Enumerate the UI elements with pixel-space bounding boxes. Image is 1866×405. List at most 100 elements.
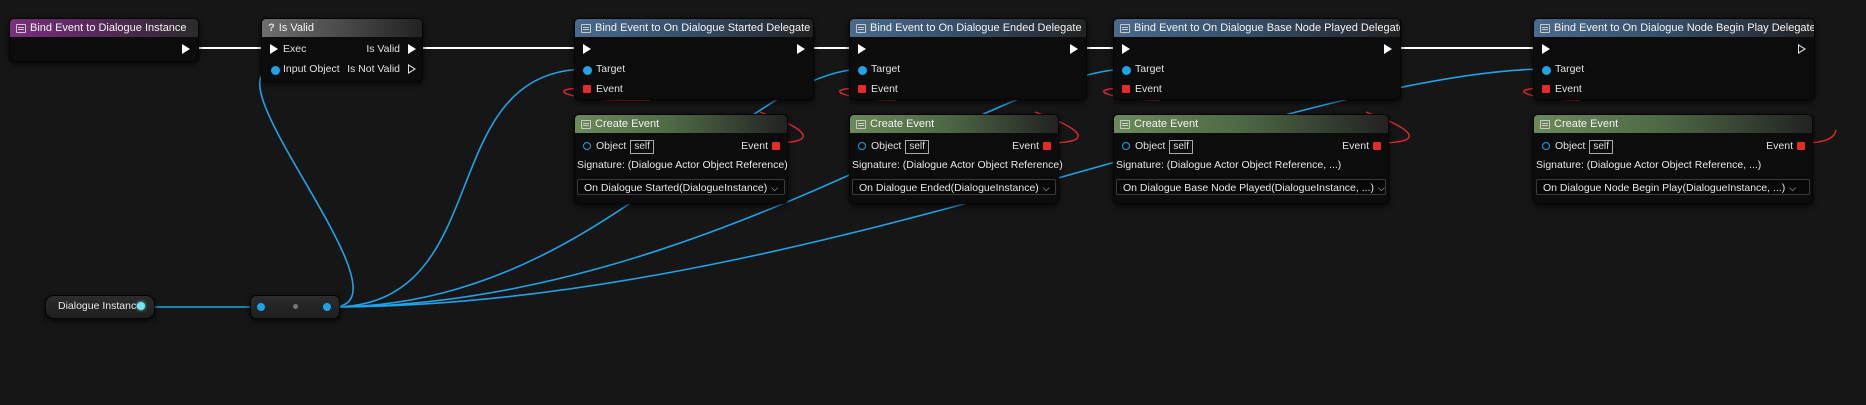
exec-label: Exec: [283, 43, 307, 55]
create-event-node-begin-play-node[interactable]: Create Event Object self Event Signature:…: [1533, 114, 1813, 204]
object-row: Object self: [1555, 138, 1613, 154]
dialogue-instance-variable-node[interactable]: Dialogue Instance: [45, 295, 155, 319]
exec-out-pin[interactable]: [797, 44, 805, 54]
event-label: Event: [1135, 83, 1162, 95]
target-pin[interactable]: [1122, 66, 1131, 75]
node-header: Create Event: [1534, 115, 1812, 133]
exec-in-pin[interactable]: [1542, 44, 1550, 54]
event-pin[interactable]: [583, 85, 591, 93]
self-default-value[interactable]: self: [1589, 140, 1613, 154]
function-icon: [1540, 23, 1550, 33]
bind-node-begin-play-delegate-node[interactable]: Bind Event to On Dialogue Node Begin Pla…: [1533, 18, 1815, 100]
event-out-pin[interactable]: [1043, 142, 1051, 150]
object-label: Object: [1135, 140, 1166, 152]
bind-base-node-played-delegate-node[interactable]: Bind Event to On Dialogue Base Node Play…: [1113, 18, 1401, 100]
event-label: Event: [741, 140, 768, 152]
node-title: Create Event: [1554, 118, 1619, 130]
event-label: Event: [1342, 140, 1369, 152]
bind-started-delegate-node[interactable]: Bind Event to On Dialogue Started Delega…: [574, 18, 814, 100]
target-label: Target: [1135, 63, 1165, 75]
is-not-valid-exec-pin[interactable]: [408, 64, 416, 74]
event-function-dropdown[interactable]: On Dialogue Ended(DialogueInstance) ⌵: [852, 179, 1056, 195]
reroute-out-pin[interactable]: [323, 303, 331, 311]
event-out-pin[interactable]: [1373, 142, 1381, 150]
dropdown-value: On Dialogue Started(DialogueInstance): [584, 182, 768, 194]
event-out-pin[interactable]: [1797, 142, 1805, 150]
function-icon: [1120, 23, 1130, 33]
reroute-in-pin[interactable]: [257, 303, 265, 311]
event-function-dropdown[interactable]: On Dialogue Started(DialogueInstance) ⌵: [577, 179, 785, 195]
self-default-value[interactable]: self: [630, 140, 654, 154]
exec-in-pin[interactable]: [270, 44, 278, 54]
exec-in-pin[interactable]: [583, 44, 591, 54]
node-title: Create Event: [870, 118, 935, 130]
bind-dialogue-instance-node[interactable]: Bind Event to Dialogue Instance: [9, 18, 199, 62]
event-pin[interactable]: [1122, 85, 1130, 93]
node-title: Create Event: [1134, 118, 1199, 130]
object-pin[interactable]: [1122, 142, 1130, 150]
object-pin[interactable]: [1542, 142, 1550, 150]
function-icon: [581, 119, 591, 129]
node-header: Bind Event to On Dialogue Started Delega…: [575, 19, 813, 37]
node-title: Create Event: [595, 118, 660, 130]
node-header: Bind Event to Dialogue Instance: [10, 19, 198, 37]
node-title: Bind Event to On Dialogue Started Delega…: [595, 22, 811, 34]
create-event-ended-node[interactable]: Create Event Object self Event Signature:…: [849, 114, 1063, 204]
event-function-dropdown[interactable]: On Dialogue Node Begin Play(DialogueInst…: [1536, 179, 1810, 195]
exec-out-pin[interactable]: [1798, 44, 1806, 54]
function-icon: [16, 23, 26, 33]
node-title: Bind Event to Dialogue Instance: [30, 22, 187, 34]
exec-out-pin[interactable]: [1070, 44, 1078, 54]
node-title: Bind Event to On Dialogue Ended Delegate: [870, 22, 1082, 34]
input-object-pin[interactable]: [271, 66, 280, 75]
node-header: Create Event: [850, 115, 1058, 133]
signature-text: Signature: (Dialogue Actor Object Refere…: [577, 159, 788, 171]
object-label: Object: [1555, 140, 1586, 152]
create-event-started-node[interactable]: Create Event Object self Event Signature:…: [574, 114, 788, 204]
function-icon: [1120, 119, 1130, 129]
is-valid-label: Is Valid: [366, 43, 400, 55]
self-default-value[interactable]: self: [905, 140, 929, 154]
node-header: ? Is Valid: [262, 19, 422, 37]
object-pin[interactable]: [583, 142, 591, 150]
self-default-value[interactable]: self: [1169, 140, 1193, 154]
event-function-dropdown[interactable]: On Dialogue Base Node Played(DialogueIns…: [1116, 179, 1386, 195]
object-label: Object: [596, 140, 627, 152]
object-row: Object self: [596, 138, 654, 154]
bind-ended-delegate-node[interactable]: Bind Event to On Dialogue Ended Delegate…: [849, 18, 1087, 100]
function-icon: [1540, 119, 1550, 129]
target-pin[interactable]: [583, 66, 592, 75]
node-title: Bind Event to On Dialogue Node Begin Pla…: [1554, 22, 1814, 34]
exec-out-pin[interactable]: [182, 44, 190, 54]
function-icon: [856, 119, 866, 129]
node-header: Create Event: [575, 115, 787, 133]
node-header: Create Event: [1114, 115, 1388, 133]
event-pin[interactable]: [1542, 85, 1550, 93]
event-out-pin[interactable]: [772, 142, 780, 150]
is-valid-exec-pin[interactable]: [408, 44, 416, 54]
event-pin[interactable]: [858, 85, 866, 93]
is-valid-node[interactable]: ? Is Valid Exec Is Valid Input Object Is…: [261, 18, 423, 82]
target-pin[interactable]: [858, 66, 867, 75]
object-label: Object: [871, 140, 902, 152]
event-label: Event: [1012, 140, 1039, 152]
chevron-down-icon: ⌵: [1042, 183, 1050, 193]
node-header: Bind Event to On Dialogue Base Node Play…: [1114, 19, 1400, 37]
chevron-down-icon: ⌵: [1377, 183, 1385, 193]
node-header: Bind Event to On Dialogue Node Begin Pla…: [1534, 19, 1814, 37]
target-pin[interactable]: [1542, 66, 1551, 75]
object-pin[interactable]: [858, 142, 866, 150]
exec-in-pin[interactable]: [1122, 44, 1130, 54]
reroute-node[interactable]: [250, 295, 340, 319]
create-event-base-node-played-node[interactable]: Create Event Object self Event Signature:…: [1113, 114, 1389, 204]
object-wire: [331, 68, 589, 308]
node-header: Bind Event to On Dialogue Ended Delegate: [850, 19, 1086, 37]
object-row: Object self: [871, 138, 929, 154]
variable-out-pin[interactable]: [137, 302, 145, 310]
exec-in-pin[interactable]: [858, 44, 866, 54]
dropdown-value: On Dialogue Node Begin Play(DialogueInst…: [1543, 182, 1786, 194]
signature-text: Signature: (Dialogue Actor Object Refere…: [1116, 159, 1342, 171]
node-title: Is Valid: [278, 22, 314, 34]
event-label: Event: [1766, 140, 1793, 152]
exec-out-pin[interactable]: [1384, 44, 1392, 54]
